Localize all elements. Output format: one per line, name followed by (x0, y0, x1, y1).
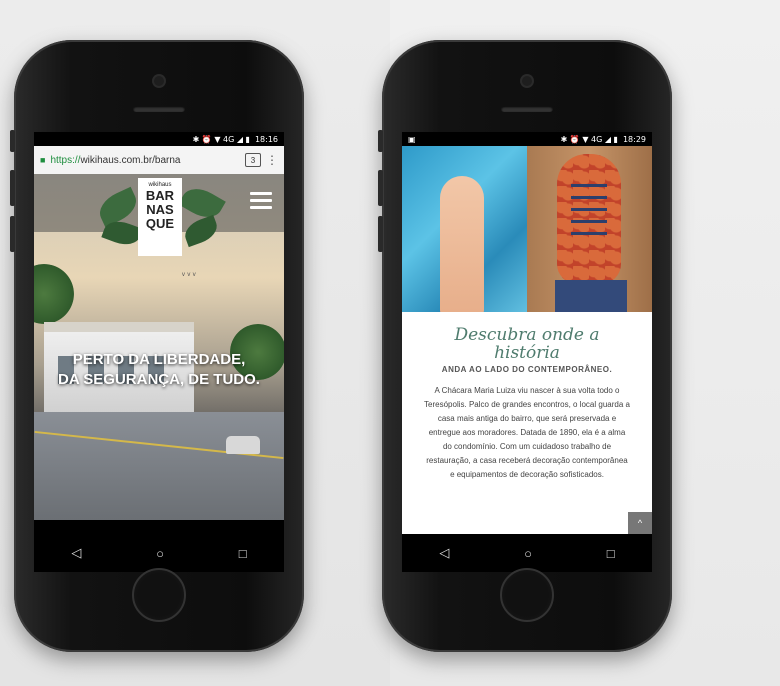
recent-apps-icon[interactable]: □ (607, 546, 615, 561)
url-text[interactable]: https://wikihaus.com.br/barna (50, 155, 240, 166)
mute-switch (10, 130, 15, 152)
home-icon[interactable]: ○ (524, 546, 532, 561)
kebab-icon[interactable]: ⋮ (266, 153, 278, 167)
section-paragraph: A Chácara Maria Luiza viu nascer à sua v… (424, 386, 630, 479)
left-phone: ✱ ⏰ ▼ 4G ◢ ▮ 18:16 ■ https://wikihaus.co… (10, 40, 304, 652)
status-time: 18:16 (254, 134, 278, 144)
mute-switch (378, 130, 383, 152)
section-title: Descubra onde a história (402, 326, 652, 362)
hero-section: wikihaus BAR NAS QUE ᵛ ᵛ ᵛ PERTO DA LIBE… (34, 174, 284, 520)
status-bar: ✱ ⏰ ▼ 4G ◢ ▮ 18:16 (34, 132, 284, 146)
volume-up-button (10, 170, 15, 206)
scroll-to-top-button[interactable]: ^ (628, 512, 652, 534)
title-line-2: história (494, 343, 560, 363)
url-host: wikihaus.com.br/barna (80, 154, 181, 166)
home-button[interactable] (500, 568, 554, 622)
title-line-1: Descubra onde a (454, 325, 600, 345)
url-scheme: https:// (50, 154, 81, 166)
logo-line-2: NAS (146, 202, 174, 217)
sneaker-image (557, 154, 621, 284)
tabs-button[interactable]: 3 (245, 153, 261, 167)
palm-tree (34, 264, 74, 324)
home-button[interactable] (132, 568, 186, 622)
android-nav-bar: ◁ ○ □ (402, 534, 652, 572)
status-icons: ✱ ⏰ ▼ 4G ◢ ▮ (192, 134, 250, 144)
volume-up-button (378, 170, 383, 206)
birds-decoration: ᵛ ᵛ ᵛ (182, 270, 196, 280)
right-phone: ▣ ✱ ⏰ ▼ 4G ◢ ▮ 18:29 Descubra onde a his… (378, 40, 672, 652)
notification-icon: ▣ (408, 134, 416, 144)
headline-line-2: DA SEGURANÇA, DE TUDO. (58, 371, 260, 388)
car (226, 436, 260, 454)
volume-down-button (10, 216, 15, 252)
history-section: Descubra onde a história ANDA AO LADO DO… (402, 312, 652, 534)
back-icon[interactable]: ◁ (439, 545, 449, 561)
status-bar: ▣ ✱ ⏰ ▼ 4G ◢ ▮ 18:29 (402, 132, 652, 146)
earpiece-speaker (501, 106, 553, 112)
right-screen: ▣ ✱ ⏰ ▼ 4G ◢ ▮ 18:29 Descubra onde a his… (402, 132, 652, 572)
photo-collage (402, 146, 652, 312)
logo-line-1: BAR (145, 188, 175, 203)
site-logo[interactable]: wikihaus BAR NAS QUE (138, 178, 182, 256)
android-nav-bar: ◁ ○ □ (34, 534, 284, 572)
headline-line-1: PERTO DA LIBERDADE, (72, 351, 246, 368)
lock-icon: ■ (40, 155, 46, 165)
back-icon[interactable]: ◁ (71, 545, 81, 561)
hamburger-menu-icon[interactable] (250, 192, 272, 213)
front-camera (522, 76, 532, 86)
status-icons: ✱ ⏰ ▼ 4G ◢ ▮ (560, 134, 618, 144)
volume-down-button (378, 216, 383, 252)
pool-photo (402, 146, 527, 312)
status-time: 18:29 (622, 134, 646, 144)
jeans-image (555, 280, 627, 312)
front-camera (154, 76, 164, 86)
section-subtitle: ANDA AO LADO DO CONTEMPORÂNEO. (441, 365, 613, 374)
browser-url-bar[interactable]: ■ https://wikihaus.com.br/barna 3 ⋮ (34, 146, 284, 175)
sneaker-photo (527, 146, 652, 312)
left-screen: ✱ ⏰ ▼ 4G ◢ ▮ 18:16 ■ https://wikihaus.co… (34, 132, 284, 572)
foot-image (440, 176, 484, 312)
recent-apps-icon[interactable]: □ (239, 546, 247, 561)
home-icon[interactable]: ○ (156, 546, 164, 561)
road (34, 412, 284, 520)
earpiece-speaker (133, 106, 185, 112)
hero-headline: PERTO DA LIBERDADE, DA SEGURANÇA, DE TUD… (34, 350, 284, 390)
logo-line-3: QUE (145, 216, 175, 231)
